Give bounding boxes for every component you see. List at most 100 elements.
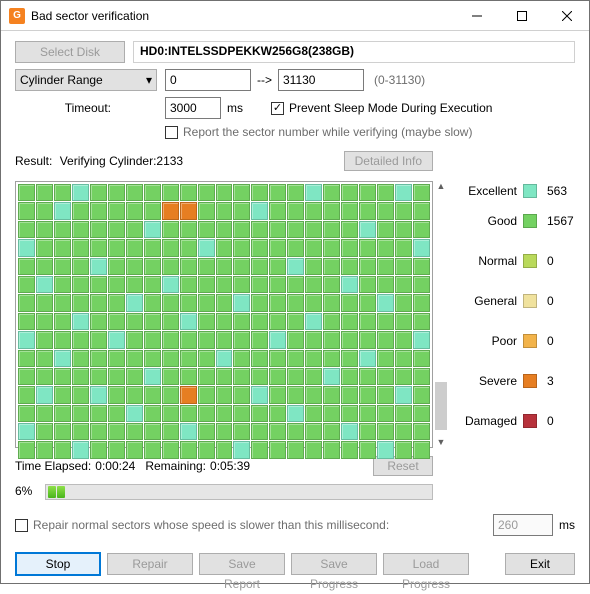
sector-cell bbox=[198, 368, 215, 385]
detailed-info-button[interactable]: Detailed Info bbox=[344, 151, 433, 171]
legend-severe-label: Severe bbox=[479, 374, 517, 388]
sector-cell bbox=[180, 221, 197, 238]
sector-cell bbox=[395, 423, 412, 440]
sector-cell bbox=[144, 313, 161, 330]
sector-cell bbox=[90, 386, 107, 403]
sector-cell bbox=[90, 350, 107, 367]
sector-cell bbox=[305, 221, 322, 238]
reset-button[interactable]: Reset bbox=[373, 456, 433, 476]
sector-cell bbox=[180, 184, 197, 201]
sector-cell bbox=[323, 405, 340, 422]
sector-cell bbox=[90, 331, 107, 348]
app-icon: G bbox=[9, 8, 25, 24]
sector-cell bbox=[251, 441, 268, 458]
range-hint: (0-31130) bbox=[374, 73, 425, 87]
sector-cell bbox=[269, 386, 286, 403]
sector-cell bbox=[72, 258, 89, 275]
sector-cell bbox=[198, 331, 215, 348]
sector-cell bbox=[251, 202, 268, 219]
sector-cell bbox=[323, 313, 340, 330]
sector-cell bbox=[287, 331, 304, 348]
sector-cell bbox=[323, 239, 340, 256]
sector-cell bbox=[395, 294, 412, 311]
sector-cell bbox=[108, 239, 125, 256]
sector-cell bbox=[198, 276, 215, 293]
legend-severe-swatch bbox=[523, 374, 537, 388]
legend-damaged-swatch bbox=[523, 414, 537, 428]
stop-button[interactable]: Stop bbox=[15, 552, 101, 576]
sector-cell bbox=[198, 441, 215, 458]
titlebar: G Bad sector verification bbox=[1, 1, 589, 31]
save-report-button[interactable]: Save Report bbox=[199, 553, 285, 575]
sector-cell bbox=[126, 423, 143, 440]
repair-ms-input[interactable] bbox=[493, 514, 553, 536]
range-arrow: --> bbox=[257, 73, 272, 87]
sector-cell bbox=[108, 294, 125, 311]
exit-button[interactable]: Exit bbox=[505, 553, 575, 575]
sector-cell bbox=[323, 350, 340, 367]
sector-cell bbox=[36, 423, 53, 440]
sector-cell bbox=[144, 368, 161, 385]
window-title: Bad sector verification bbox=[31, 9, 454, 23]
sector-cell bbox=[233, 423, 250, 440]
repair-ms-checkbox[interactable] bbox=[15, 519, 28, 532]
scroll-thumb[interactable] bbox=[435, 382, 447, 430]
maximize-button[interactable] bbox=[499, 1, 544, 30]
sector-grid bbox=[15, 181, 433, 448]
sector-cell bbox=[36, 294, 53, 311]
grid-scrollbar[interactable]: ▲ ▼ bbox=[435, 182, 447, 447]
sector-cell bbox=[233, 350, 250, 367]
sector-cell bbox=[72, 202, 89, 219]
range-mode-select[interactable]: Cylinder Range ▾ bbox=[15, 69, 157, 91]
sector-cell bbox=[18, 386, 35, 403]
sector-cell bbox=[395, 441, 412, 458]
time-remaining: 0:05:39 bbox=[210, 459, 250, 473]
minimize-button[interactable] bbox=[454, 1, 499, 30]
sector-cell bbox=[251, 276, 268, 293]
sector-cell bbox=[180, 276, 197, 293]
sector-cell bbox=[413, 184, 430, 201]
sector-cell bbox=[323, 258, 340, 275]
sector-cell bbox=[233, 184, 250, 201]
load-progress-button[interactable]: Load Progress bbox=[383, 553, 469, 575]
report-sector-checkbox[interactable] bbox=[165, 126, 178, 139]
sector-cell bbox=[287, 276, 304, 293]
sector-cell bbox=[90, 221, 107, 238]
sector-cell bbox=[144, 386, 161, 403]
sector-cell bbox=[144, 441, 161, 458]
range-to-input[interactable] bbox=[278, 69, 364, 91]
sector-cell bbox=[108, 184, 125, 201]
prevent-sleep-checkbox[interactable] bbox=[271, 102, 284, 115]
sector-cell bbox=[144, 331, 161, 348]
sector-cell bbox=[413, 368, 430, 385]
sector-cell bbox=[413, 331, 430, 348]
sector-cell bbox=[36, 239, 53, 256]
disk-name: HD0:INTELSSDPEKKW256G8(238GB) bbox=[133, 41, 575, 63]
sector-cell bbox=[287, 258, 304, 275]
timeout-input[interactable] bbox=[165, 97, 221, 119]
close-button[interactable] bbox=[544, 1, 589, 30]
sector-cell bbox=[54, 313, 71, 330]
sector-cell bbox=[395, 239, 412, 256]
sector-cell bbox=[323, 331, 340, 348]
sector-cell bbox=[233, 276, 250, 293]
sector-cell bbox=[341, 239, 358, 256]
sector-cell bbox=[216, 184, 233, 201]
scroll-up-icon[interactable]: ▲ bbox=[437, 182, 446, 191]
legend-excellent-swatch bbox=[523, 184, 537, 198]
scroll-down-icon[interactable]: ▼ bbox=[437, 438, 446, 447]
sector-cell bbox=[126, 368, 143, 385]
sector-cell bbox=[233, 313, 250, 330]
sector-cell bbox=[359, 294, 376, 311]
sector-cell bbox=[359, 368, 376, 385]
legend-excellent-count: 563 bbox=[547, 184, 575, 198]
save-progress-button[interactable]: Save Progress bbox=[291, 553, 377, 575]
sector-cell bbox=[198, 221, 215, 238]
sector-cell bbox=[90, 202, 107, 219]
sector-cell bbox=[162, 331, 179, 348]
legend-general-count: 0 bbox=[547, 294, 575, 308]
repair-button[interactable]: Repair bbox=[107, 553, 193, 575]
select-disk-button[interactable]: Select Disk bbox=[15, 41, 125, 63]
range-from-input[interactable] bbox=[165, 69, 251, 91]
sector-cell bbox=[323, 368, 340, 385]
